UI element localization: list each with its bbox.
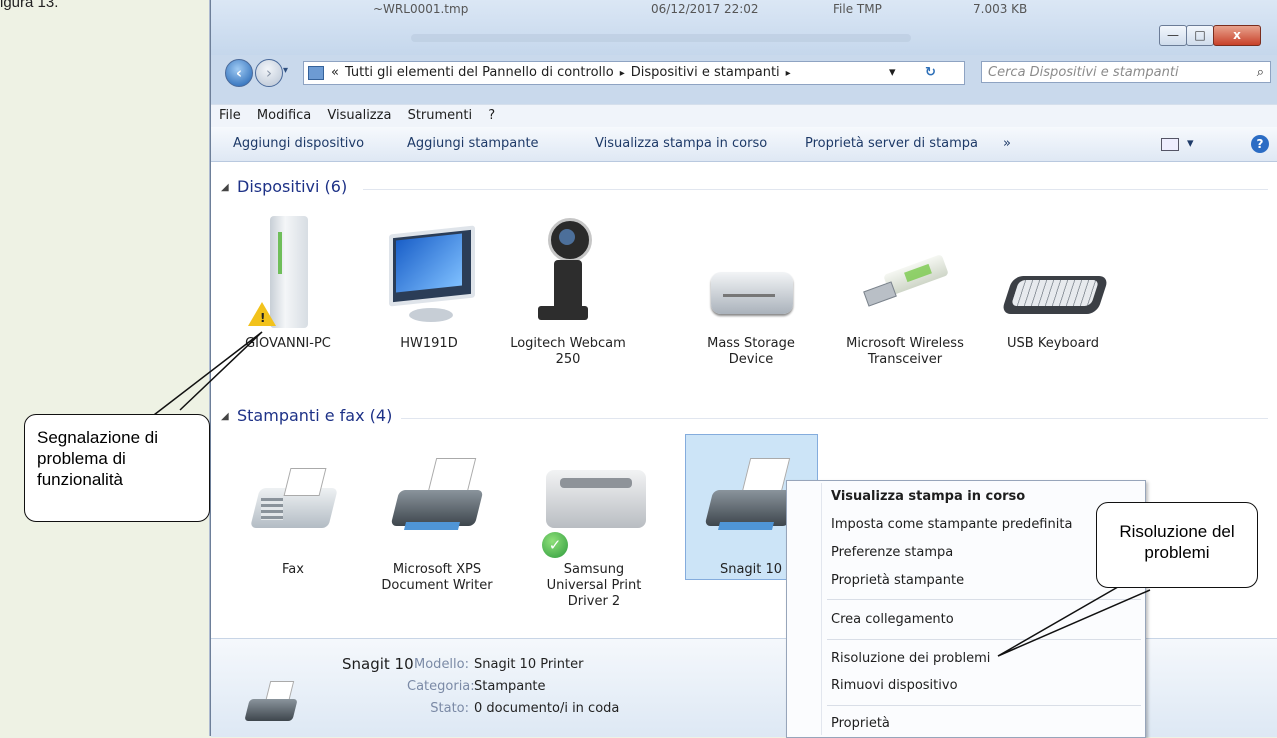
callout-text: Risoluzione del problemi <box>1119 522 1235 562</box>
callout-leaders <box>149 331 1151 657</box>
callout-troubleshoot: Risoluzione del problemi <box>1096 502 1258 588</box>
left-callout-pointer <box>149 331 263 419</box>
callout-text: Segnalazione di problema di funzionalità <box>37 428 158 489</box>
right-callout-pointer <box>997 579 1151 657</box>
callout-warning: Segnalazione di problema di funzionalità <box>24 414 210 522</box>
